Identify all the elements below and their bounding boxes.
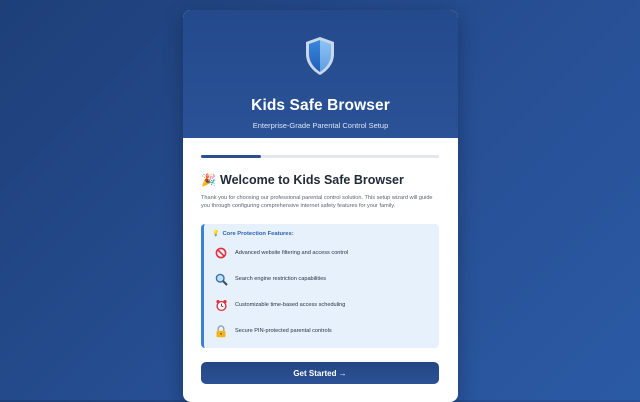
feature-label: Customizable time-based access schedulin… [235, 302, 346, 308]
get-started-button[interactable]: Get Started → [201, 362, 439, 384]
prohibited-icon [214, 246, 228, 260]
feature-item-scheduling: Customizable time-based access schedulin… [214, 298, 345, 312]
app-subtitle: Enterprise-Grade Parental Control Setup [252, 121, 389, 130]
setup-progress-bar [201, 155, 439, 158]
intro-text: Thank you for choosing our professional … [201, 195, 433, 209]
card-header: Kids Safe Browser Enterprise-Grade Paren… [183, 10, 458, 138]
lightbulb-icon: 💡 [212, 231, 220, 237]
feature-item-search: Search engine restriction capabilities [214, 272, 326, 286]
welcome-heading: 🎉 Welcome to Kids Safe Browser [201, 173, 404, 187]
features-title: 💡 Core Protection Features: [212, 230, 294, 237]
feature-label: Advanced website filtering and access co… [235, 250, 349, 256]
alarm-clock-icon [214, 298, 228, 312]
welcome-title: Welcome to Kids Safe Browser [220, 173, 404, 187]
feature-item-pin-controls: Secure PIN-protected parental controls [214, 324, 332, 338]
shield-icon [306, 37, 334, 75]
feature-label: Secure PIN-protected parental controls [235, 328, 332, 334]
magnifier-icon [214, 272, 228, 286]
features-title-text: Core Protection Features: [222, 231, 294, 237]
setup-card: Kids Safe Browser Enterprise-Grade Paren… [183, 10, 458, 402]
feature-label: Search engine restriction capabilities [235, 276, 327, 282]
feature-item-filtering: Advanced website filtering and access co… [214, 246, 348, 260]
app-title: Kids Safe Browser [251, 97, 390, 114]
lock-icon [214, 324, 228, 338]
features-panel: 💡 Core Protection Features: Advanced webs… [201, 224, 439, 348]
setup-progress-fill [201, 155, 261, 158]
card-body: 🎉 Welcome to Kids Safe Browser Thank you… [183, 138, 458, 402]
party-popper-icon: 🎉 [201, 173, 216, 187]
